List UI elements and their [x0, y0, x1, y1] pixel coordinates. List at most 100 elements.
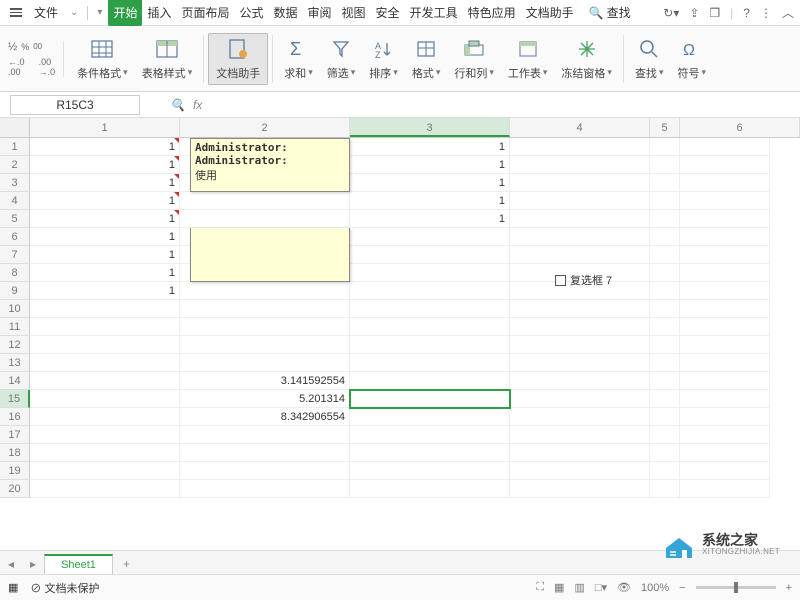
- cell[interactable]: [180, 210, 350, 228]
- cell[interactable]: [350, 480, 510, 498]
- cell[interactable]: [510, 390, 650, 408]
- cell[interactable]: [510, 354, 650, 372]
- cell[interactable]: [350, 264, 510, 282]
- tab-nav-next[interactable]: ▸: [22, 554, 44, 574]
- cell[interactable]: [650, 426, 680, 444]
- cell[interactable]: [650, 174, 680, 192]
- cell[interactable]: 1: [30, 264, 180, 282]
- fraction-btn[interactable]: ½%00: [8, 41, 55, 53]
- filter-button[interactable]: 筛选▾: [320, 34, 363, 84]
- cell[interactable]: [350, 336, 510, 354]
- cell[interactable]: [510, 246, 650, 264]
- cell[interactable]: [510, 300, 650, 318]
- cell[interactable]: [650, 390, 680, 408]
- cell[interactable]: [510, 192, 650, 210]
- cell[interactable]: [680, 390, 770, 408]
- cell[interactable]: [650, 372, 680, 390]
- col-header-5[interactable]: 5: [650, 118, 680, 137]
- cell[interactable]: [350, 426, 510, 444]
- tab-review[interactable]: 审阅: [303, 0, 337, 26]
- row-header[interactable]: 12: [0, 336, 30, 354]
- tab-start[interactable]: 开始: [108, 0, 142, 26]
- cell[interactable]: [680, 318, 770, 336]
- cell[interactable]: [350, 318, 510, 336]
- zoom-in-icon[interactable]: +: [786, 582, 792, 594]
- cell[interactable]: [510, 480, 650, 498]
- cell[interactable]: 1: [30, 282, 180, 300]
- layout-icon[interactable]: ▦: [8, 581, 18, 594]
- share-icon[interactable]: ⇪: [689, 6, 699, 20]
- cell[interactable]: [680, 354, 770, 372]
- cell[interactable]: [30, 318, 180, 336]
- cell[interactable]: [510, 156, 650, 174]
- symbol-button[interactable]: Ω 符号▾: [670, 34, 713, 84]
- cell[interactable]: [180, 192, 350, 210]
- cell[interactable]: [180, 300, 350, 318]
- cell[interactable]: 1: [30, 246, 180, 264]
- cell[interactable]: [650, 444, 680, 462]
- cell[interactable]: [680, 408, 770, 426]
- doc-helper-button[interactable]: 文档助手: [208, 33, 268, 85]
- cell[interactable]: [510, 174, 650, 192]
- row-header[interactable]: 15: [0, 390, 30, 408]
- view-normal-icon[interactable]: ▦: [554, 581, 564, 594]
- row-header[interactable]: 11: [0, 318, 30, 336]
- cell[interactable]: 1: [30, 174, 180, 192]
- cell[interactable]: 1: [350, 174, 510, 192]
- help-icon[interactable]: ?: [743, 6, 750, 20]
- freeze-button[interactable]: 冻结窗格▾: [554, 34, 619, 84]
- cell[interactable]: [680, 372, 770, 390]
- cell[interactable]: 1: [350, 210, 510, 228]
- cell[interactable]: [180, 336, 350, 354]
- qat-dropdown-icon[interactable]: ▾: [93, 4, 106, 21]
- zoom-slider[interactable]: [696, 586, 776, 589]
- cell[interactable]: [510, 210, 650, 228]
- cell[interactable]: [510, 318, 650, 336]
- cell[interactable]: [30, 354, 180, 372]
- add-sheet-button[interactable]: +: [113, 554, 140, 574]
- hamburger-icon[interactable]: [6, 4, 26, 21]
- cell[interactable]: [180, 426, 350, 444]
- row-header[interactable]: 3: [0, 174, 30, 192]
- cell[interactable]: [680, 426, 770, 444]
- sum-button[interactable]: Σ 求和▾: [277, 34, 320, 84]
- dec-inc-btn[interactable]: ←.0.00: [8, 57, 25, 77]
- col-header-6[interactable]: 6: [680, 118, 800, 137]
- cell[interactable]: [650, 318, 680, 336]
- window-icon[interactable]: ❐: [709, 6, 720, 20]
- row-header[interactable]: 16: [0, 408, 30, 426]
- sort-button[interactable]: AZ 排序▾: [362, 34, 405, 84]
- col-header-2[interactable]: 2: [180, 118, 350, 137]
- cell[interactable]: [650, 210, 680, 228]
- file-menu[interactable]: 文件: [28, 1, 64, 24]
- row-header[interactable]: 19: [0, 462, 30, 480]
- checkbox-control[interactable]: 复选框 7: [555, 272, 612, 288]
- cell[interactable]: [680, 192, 770, 210]
- row-header[interactable]: 14: [0, 372, 30, 390]
- cell[interactable]: [350, 408, 510, 426]
- cell[interactable]: [510, 372, 650, 390]
- zoom-out-icon[interactable]: −: [679, 582, 685, 594]
- cell[interactable]: [680, 444, 770, 462]
- view-page-icon[interactable]: ▥: [574, 581, 584, 594]
- cell[interactable]: [650, 228, 680, 246]
- row-header[interactable]: 5: [0, 210, 30, 228]
- cell[interactable]: 1: [350, 192, 510, 210]
- cell[interactable]: [680, 282, 770, 300]
- row-header[interactable]: 1: [0, 138, 30, 156]
- fx-icon[interactable]: fx: [193, 98, 202, 112]
- cell[interactable]: [510, 444, 650, 462]
- cell[interactable]: [650, 138, 680, 156]
- cell[interactable]: [350, 444, 510, 462]
- cond-format-button[interactable]: 条件格式▾: [70, 34, 135, 84]
- cell[interactable]: [350, 354, 510, 372]
- cell[interactable]: 1: [30, 192, 180, 210]
- cell[interactable]: [680, 480, 770, 498]
- cell[interactable]: [650, 462, 680, 480]
- cell[interactable]: [680, 462, 770, 480]
- tab-dochelper[interactable]: 文档助手: [521, 0, 579, 26]
- tab-view[interactable]: 视图: [337, 0, 371, 26]
- cell[interactable]: [350, 282, 510, 300]
- cell[interactable]: [680, 156, 770, 174]
- cell[interactable]: [30, 336, 180, 354]
